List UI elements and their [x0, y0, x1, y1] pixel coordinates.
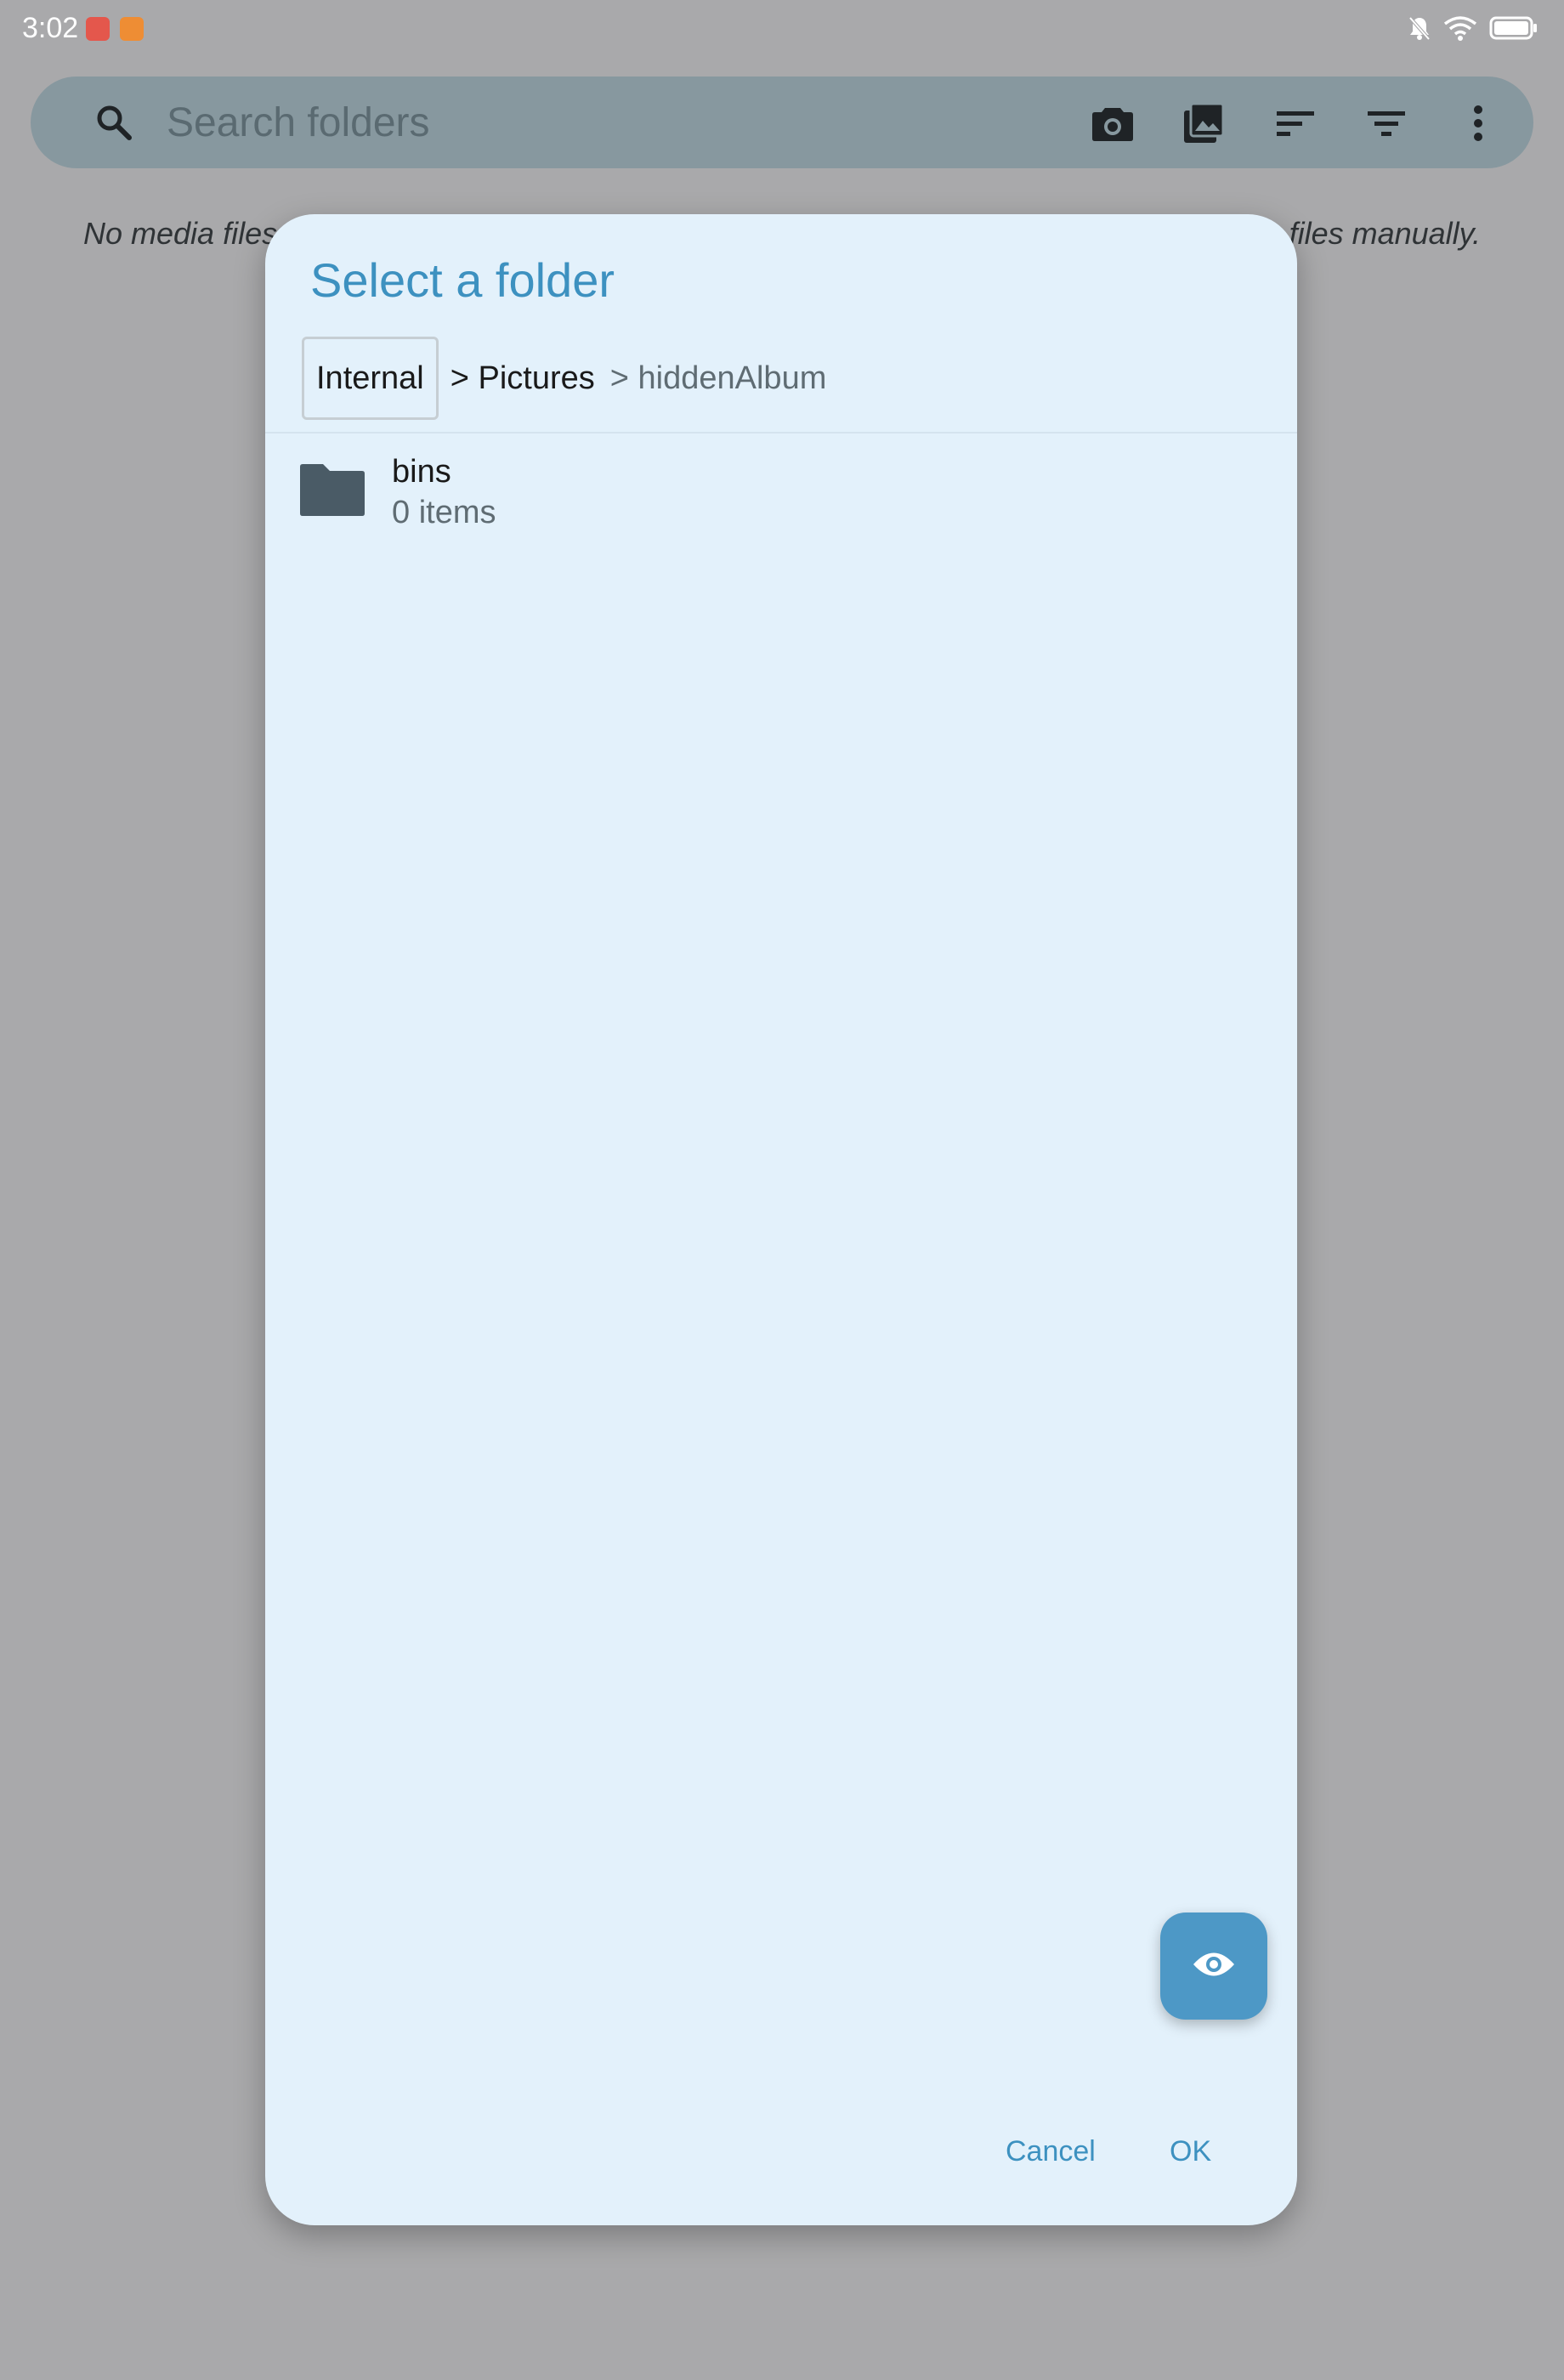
breadcrumb-pictures[interactable]: > Pictures: [450, 360, 595, 397]
empty-state-message-start: No media files: [83, 216, 278, 251]
folder-list-item[interactable]: bins 0 items: [265, 437, 1297, 539]
breadcrumb-divider: [265, 432, 1297, 434]
show-hidden-button[interactable]: [1160, 1912, 1267, 2020]
camera-icon[interactable]: [1091, 102, 1134, 144]
dialog-title: Select a folder: [310, 253, 615, 307]
status-bar: 3:02: [0, 0, 1564, 60]
search-icon[interactable]: [94, 102, 134, 143]
empty-state-message-end: files manually.: [1289, 216, 1481, 251]
battery-icon: [1489, 15, 1538, 45]
notifications-off-icon: [1408, 15, 1431, 45]
eye-icon: [1192, 1950, 1236, 1983]
breadcrumb-internal[interactable]: Internal: [302, 337, 439, 420]
filter-icon[interactable]: [1365, 102, 1408, 144]
ok-button[interactable]: OK: [1170, 2135, 1211, 2168]
status-system-icons: [1408, 15, 1538, 45]
wifi-icon: [1443, 15, 1477, 45]
gallery-icon[interactable]: [1182, 102, 1225, 144]
folder-name: bins: [392, 454, 451, 490]
folder-icon: [299, 462, 366, 517]
calendar-notification-icon: [120, 17, 144, 41]
folder-item-count: 0 items: [392, 495, 496, 530]
app-notification-icon: [86, 17, 110, 41]
select-folder-dialog: Select a folder Internal > Pictures > hi…: [265, 214, 1297, 2225]
more-options-icon[interactable]: [1457, 102, 1499, 144]
status-time: 3:02: [22, 12, 79, 44]
search-bar: [31, 76, 1533, 168]
sort-icon[interactable]: [1274, 102, 1317, 144]
breadcrumb-hiddenalbum[interactable]: > hiddenAlbum: [610, 360, 827, 397]
cancel-button[interactable]: Cancel: [1006, 2135, 1096, 2168]
breadcrumb: Internal > Pictures > hiddenAlbum: [302, 336, 826, 421]
search-input[interactable]: [167, 95, 1068, 150]
